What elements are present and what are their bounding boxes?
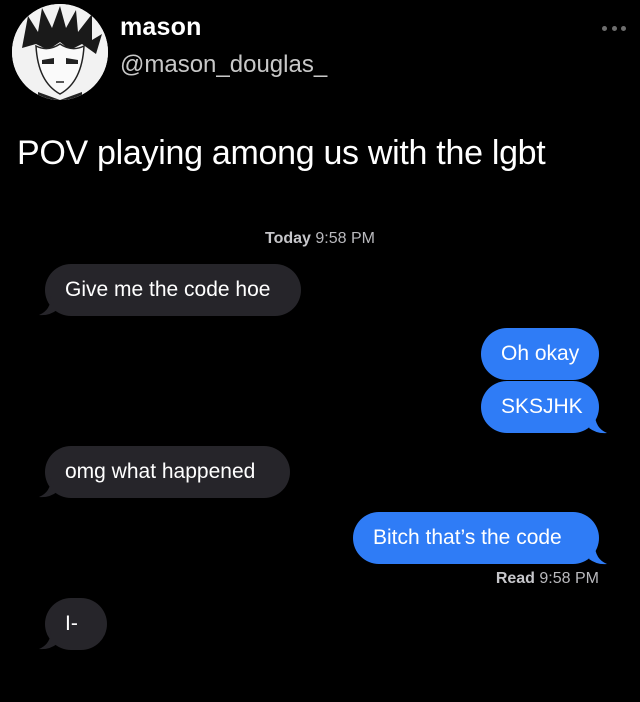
read-receipt: Read 9:58 PM bbox=[496, 570, 599, 588]
message-bubble-incoming: Give me the code hoe bbox=[45, 264, 301, 316]
bubble-tail bbox=[589, 545, 607, 565]
message-bubble-outgoing: Bitch that’s the code bbox=[353, 512, 599, 564]
conversation-timestamp: Today 9:58 PM bbox=[0, 230, 640, 248]
timestamp-day: Today bbox=[265, 230, 311, 247]
more-dots-icon[interactable] bbox=[602, 24, 626, 32]
handle[interactable]: @mason_douglas_ bbox=[120, 51, 327, 79]
bubble-tail bbox=[39, 296, 57, 316]
read-time: 9:58 PM bbox=[539, 570, 599, 587]
tweet-text: POV playing among us with the lgbt bbox=[17, 134, 546, 172]
read-label: Read bbox=[495, 570, 535, 587]
avatar-illustration bbox=[12, 4, 108, 100]
avatar[interactable] bbox=[12, 4, 108, 100]
bubble-tail bbox=[589, 414, 607, 434]
dot bbox=[621, 25, 626, 31]
dot bbox=[602, 25, 607, 31]
bubble-tail bbox=[39, 478, 57, 498]
dot bbox=[611, 25, 617, 31]
message-bubble-outgoing: Oh okay bbox=[481, 328, 599, 380]
message-bubble-incoming: omg what happened bbox=[45, 446, 290, 498]
display-name[interactable]: mason bbox=[120, 13, 202, 42]
timestamp-time: 9:58 PM bbox=[315, 230, 375, 247]
bubble-tail bbox=[39, 630, 57, 650]
message-bubble-outgoing: SKSJHK bbox=[481, 381, 599, 433]
